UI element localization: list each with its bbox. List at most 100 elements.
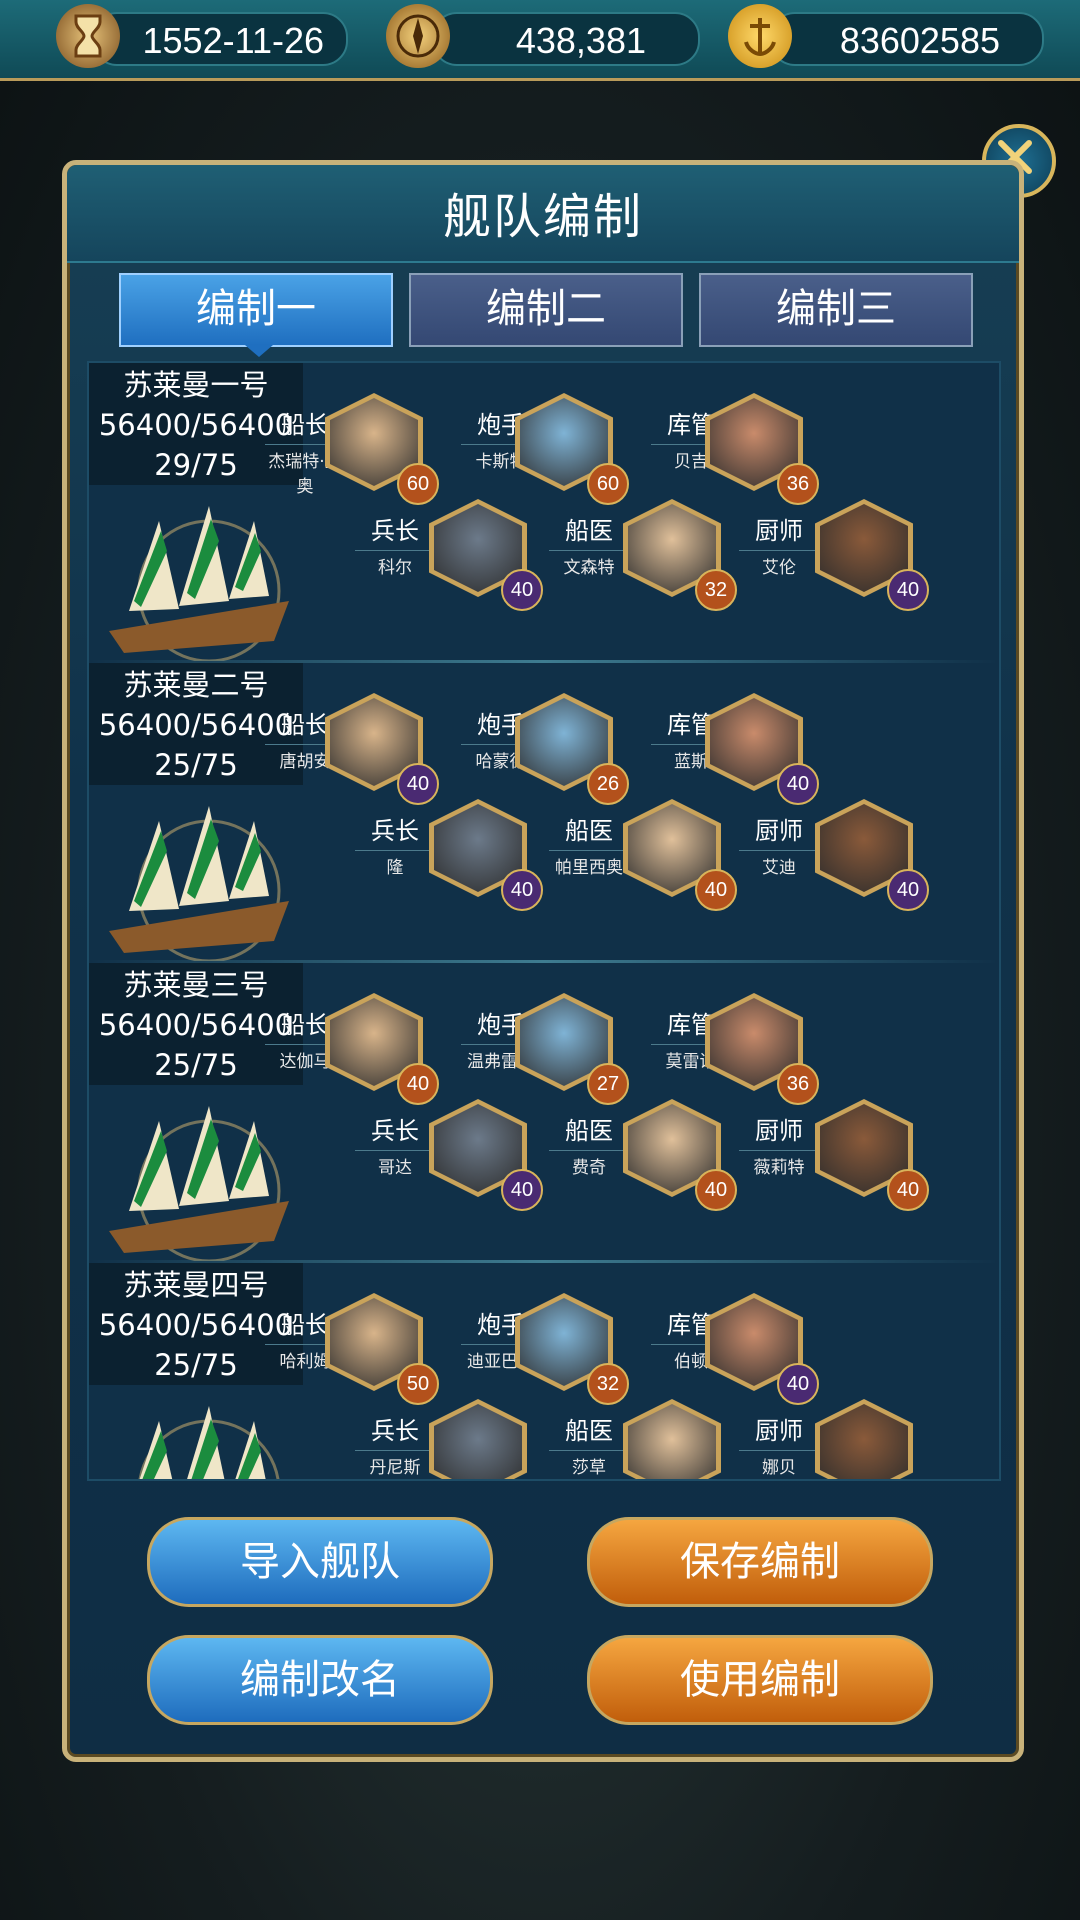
role-title: 船医 xyxy=(565,817,613,845)
crew-portrait[interactable]: 40 xyxy=(705,1293,819,1405)
role-title: 船医 xyxy=(565,1117,613,1145)
crew-name: 艾伦 xyxy=(739,550,819,578)
crew-role-label: 船医 文森特 xyxy=(549,511,629,578)
role-title: 厨师 xyxy=(755,1117,803,1145)
gold-anchor-coin-icon xyxy=(728,4,792,68)
level-badge: 40 xyxy=(501,569,543,611)
level-badge: 40 xyxy=(501,869,543,911)
crew-portrait[interactable]: 40 xyxy=(815,1099,929,1211)
crew-role-label: 船医 莎草 xyxy=(549,1411,629,1478)
fleet-row[interactable]: 苏莱曼三号 56400/56400 25/75 船长 达伽马 40 炮手 温弗雷德 27 库管 莫雷… xyxy=(89,963,999,1263)
level-badge: 40 xyxy=(777,763,819,805)
date-display: 1552-11-26 xyxy=(92,12,348,66)
fleet-row[interactable]: 苏莱曼四号 56400/56400 25/75 船长 哈利姆 50 炮手 迪亚巴特 32 库管 伯顿… xyxy=(89,1263,999,1479)
compass-resource: 438,381 xyxy=(432,12,700,66)
role-title: 兵长 xyxy=(371,517,419,545)
level-badge: 40 xyxy=(695,869,737,911)
fleet-list[interactable]: 苏莱曼一号 56400/56400 29/75 船长 杰瑞特·里奥 60 炮手 卡斯特 60 库管… xyxy=(87,361,1001,1481)
ship-icon xyxy=(138,1406,280,1479)
use-formation-button[interactable]: 使用编制 xyxy=(587,1635,933,1725)
crew-name: 薇莉特 xyxy=(739,1150,819,1178)
resource-bar: 1552-11-26 438,381 83602585 xyxy=(0,0,1080,81)
crew-portrait[interactable] xyxy=(429,1399,527,1479)
import-fleet-button[interactable]: 导入舰队 xyxy=(147,1517,493,1607)
date-value: 1552-11-26 xyxy=(142,20,324,61)
crew-portrait[interactable]: 40 xyxy=(429,499,543,611)
crew-name: 费奇 xyxy=(549,1150,629,1178)
ship-name: 苏莱曼三号 xyxy=(123,968,269,1002)
crew-name: 文森特 xyxy=(549,550,629,578)
crew-name: 科尔 xyxy=(355,550,435,578)
active-tab-pointer xyxy=(245,345,273,357)
crew-portrait[interactable]: 50 xyxy=(325,1293,439,1405)
role-title: 船医 xyxy=(565,517,613,545)
crew-role-label: 船医 费奇 xyxy=(549,1111,629,1178)
role-title: 兵长 xyxy=(371,1417,419,1445)
crew-name: 哥达 xyxy=(355,1150,435,1178)
ship-name: 苏莱曼二号 xyxy=(123,668,269,702)
crew-portrait[interactable]: 40 xyxy=(815,499,929,611)
level-badge: 40 xyxy=(887,869,929,911)
crew-name: 帕里西奥 xyxy=(549,850,629,878)
crew-name: 丹尼斯 xyxy=(355,1450,435,1478)
hourglass-icon xyxy=(56,4,120,68)
tab-formation-1[interactable]: 编制一 xyxy=(119,273,393,347)
crew-portrait[interactable]: 60 xyxy=(515,393,629,505)
role-title: 厨师 xyxy=(755,817,803,845)
ship-icon xyxy=(109,1106,289,1261)
level-badge: 40 xyxy=(887,569,929,611)
ship-icon xyxy=(109,806,289,961)
ship-icon xyxy=(109,506,289,661)
crew-role-label: 厨师 艾伦 xyxy=(739,511,819,578)
crew-name: 艾迪 xyxy=(739,850,819,878)
role-title: 厨师 xyxy=(755,517,803,545)
crew-portrait[interactable]: 40 xyxy=(623,799,737,911)
crew-role-label: 兵长隆 xyxy=(355,811,435,878)
crew-name: 娜贝 xyxy=(739,1450,819,1478)
crew-portrait[interactable]: 40 xyxy=(705,693,819,805)
crew-role-label: 厨师 娜贝 xyxy=(739,1411,819,1478)
save-formation-button[interactable]: 保存编制 xyxy=(587,1517,933,1607)
crew-portrait[interactable]: 40 xyxy=(429,799,543,911)
ship-name: 苏莱曼四号 xyxy=(123,1268,269,1302)
crew-portrait[interactable]: 40 xyxy=(429,1099,543,1211)
crew-portrait[interactable] xyxy=(815,1399,913,1479)
level-badge: 40 xyxy=(501,1169,543,1211)
crew-portrait[interactable]: 60 xyxy=(325,393,439,505)
crew-role-label: 厨师 薇莉特 xyxy=(739,1111,819,1178)
crew-role-label: 兵长 科尔 xyxy=(355,511,435,578)
fleet-formation-panel: 舰队编制 编制一 编制二 编制三 苏莱曼一号 56400/56400 29/75 船长… xyxy=(62,160,1024,1762)
role-title: 兵长 xyxy=(371,817,419,845)
crew-role-label: 兵长 哥达 xyxy=(355,1111,435,1178)
crew-role-label: 兵长 丹尼斯 xyxy=(355,1411,435,1478)
level-badge: 36 xyxy=(777,1063,819,1105)
crew-portrait[interactable]: 27 xyxy=(515,993,629,1105)
crew-portrait[interactable]: 40 xyxy=(815,799,929,911)
compass-icon xyxy=(386,4,450,68)
crew-role-label: 船医 帕里西奥 xyxy=(549,811,629,878)
crew-portrait[interactable] xyxy=(623,1399,721,1479)
tab-formation-2[interactable]: 编制二 xyxy=(409,273,683,347)
crew-portrait[interactable]: 32 xyxy=(515,1293,629,1405)
crew-portrait[interactable]: 36 xyxy=(705,993,819,1105)
crew-portrait[interactable]: 40 xyxy=(325,693,439,805)
ship-name: 苏莱曼一号 xyxy=(123,368,269,402)
fleet-row[interactable]: 苏莱曼一号 56400/56400 29/75 船长 杰瑞特·里奥 60 炮手 卡斯特 60 库管… xyxy=(89,363,999,663)
crew-name: 隆 xyxy=(355,850,435,878)
rename-formation-button[interactable]: 编制改名 xyxy=(147,1635,493,1725)
crew-portrait[interactable]: 40 xyxy=(623,1099,737,1211)
level-badge: 32 xyxy=(695,569,737,611)
crew-portrait[interactable]: 36 xyxy=(705,393,819,505)
tab-formation-3[interactable]: 编制三 xyxy=(699,273,973,347)
level-badge: 40 xyxy=(887,1169,929,1211)
crew-portrait[interactable]: 32 xyxy=(623,499,737,611)
level-badge: 40 xyxy=(777,1363,819,1405)
gold-value: 83602585 xyxy=(839,20,1000,61)
role-title: 兵长 xyxy=(371,1117,419,1145)
panel-title: 舰队编制 xyxy=(442,189,643,245)
fleet-row[interactable]: 苏莱曼二号 56400/56400 25/75 船长 唐胡安 40 炮手 哈蒙德 26 库管 蓝斯 4… xyxy=(89,663,999,963)
crew-portrait[interactable]: 40 xyxy=(325,993,439,1105)
crew-portrait[interactable]: 26 xyxy=(515,693,629,805)
level-badge: 36 xyxy=(777,463,819,505)
crew-name: 莎草 xyxy=(549,1450,629,1478)
